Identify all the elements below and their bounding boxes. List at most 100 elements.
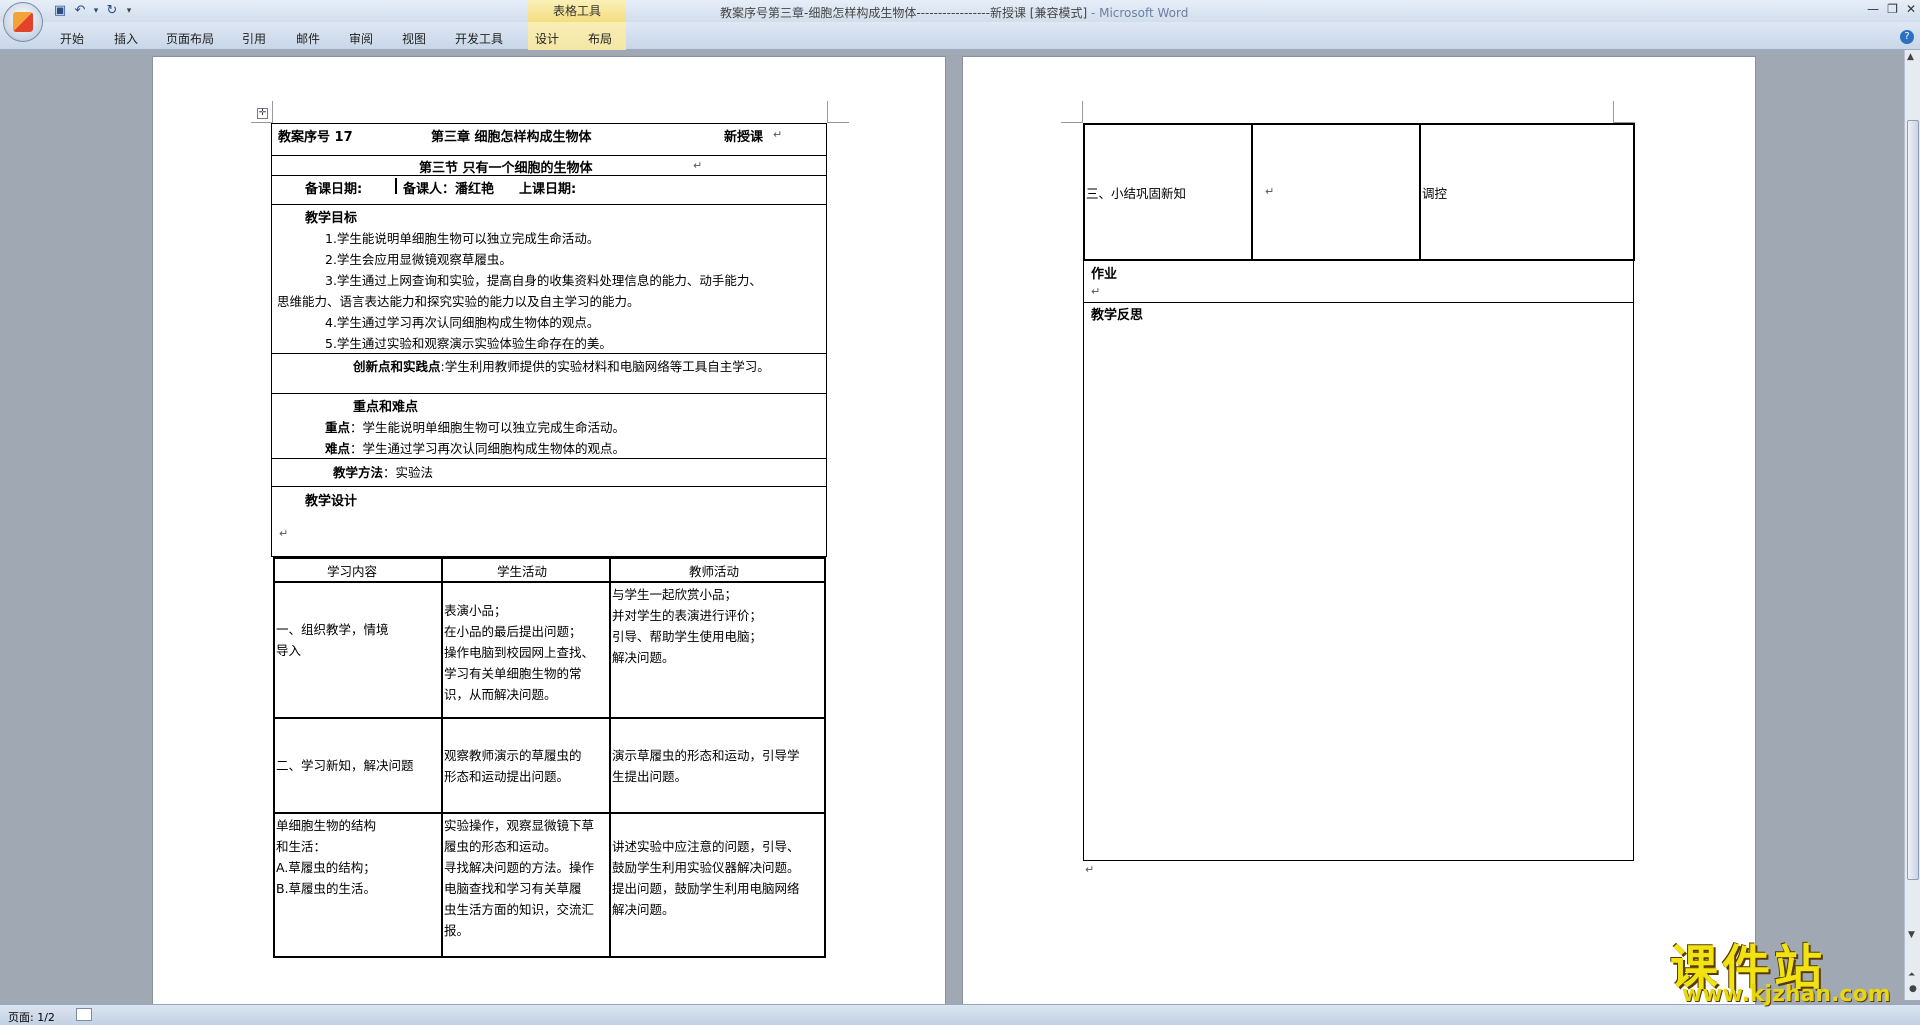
cell-line: 报。 (444, 923, 470, 938)
column-header-teacher: 教师活动 (689, 564, 740, 579)
tab-developer[interactable]: 开发工具 (455, 30, 503, 47)
cell-line: 观察教师演示的草履虫的 (444, 748, 582, 763)
tab-layout[interactable]: 布局 (588, 30, 612, 47)
page-counter[interactable]: 页面: 1/2 (8, 1009, 55, 1025)
chapter-title: 第三章 细胞怎样构成生物体 (431, 130, 592, 145)
undo-icon[interactable]: ↶ (72, 3, 88, 19)
tab-design[interactable]: 设计 (535, 30, 559, 47)
table-tools-context-label: 表格工具 (528, 0, 626, 22)
close-icon[interactable]: ✕ (1906, 2, 1916, 16)
tab-insert[interactable]: 插入 (114, 30, 138, 47)
app-name: - Microsoft Word (1087, 6, 1189, 20)
document-name: 教案序号第三章-细胞怎样构成生物体-----------------新授课 [兼… (720, 6, 1088, 20)
vertical-scrollbar[interactable]: ▲ ▼ ⏶ ● (1904, 50, 1920, 1000)
table-cell-content: 一、组织教学，情境 导入 (276, 619, 389, 661)
table-border (273, 717, 826, 719)
table-border (1083, 123, 1085, 261)
table-border (1633, 261, 1634, 861)
table-cell-student: 表演小品； 在小品的最后提出问题； 操作电脑到校园网上查找、 学习有关单细胞生物… (444, 600, 594, 705)
homework-label: 作业 (1091, 267, 1118, 282)
redo-icon[interactable]: ↻ (104, 3, 120, 19)
ruler-toggle-icon[interactable]: ▲ (1907, 52, 1914, 62)
table-border (1251, 123, 1253, 261)
goal-item: 1.学生能说明单细胞生物可以独立完成生命活动。 (325, 231, 600, 246)
tab-home[interactable]: 开始 (60, 30, 84, 47)
difficulty-text: ：学生通过学习再次认同细胞构成生物体的观点。 (350, 441, 626, 456)
table-cell-teacher: 调控 (1422, 186, 1448, 201)
previous-page-icon[interactable]: ⏶ (1908, 970, 1915, 980)
help-icon[interactable]: ? (1900, 30, 1914, 44)
tab-page-layout[interactable]: 页面布局 (166, 30, 214, 47)
table-border (1419, 123, 1421, 261)
cell-line: 和生活： (276, 839, 327, 854)
table-cell-teacher: 讲述实验中应注意的问题，引导、 鼓励学生利用实验仪器解决问题。 提出问题，鼓励学… (612, 836, 800, 920)
save-icon[interactable]: ▣ (52, 3, 68, 19)
keypoints-title: 重点和难点 (353, 400, 419, 415)
table-border (271, 155, 827, 156)
design-title: 教学设计 (305, 494, 358, 509)
crop-mark (1061, 101, 1083, 123)
key-text: ：学生能说明单细胞生物可以独立完成生命活动。 (350, 420, 626, 435)
tab-review[interactable]: 审阅 (349, 30, 373, 47)
cell-line: 单细胞生物的结构 (276, 818, 377, 833)
goal-item-continued: 思维能力、语言表达能力和探究实验的能力以及自主学习的能力。 (277, 294, 640, 309)
cell-line: 解决问题。 (612, 902, 675, 917)
paragraph-mark: ↵ (773, 128, 783, 141)
key-point-row: 重点：学生能说明单细胞生物可以独立完成生命活动。 (325, 417, 625, 436)
quick-access-toolbar: ▣ ↶ ▾ ↻ ▾ (52, 3, 134, 19)
office-button[interactable] (3, 2, 43, 42)
table-move-handle-icon[interactable]: ✛ (257, 108, 268, 119)
table-border (1083, 860, 1634, 861)
crop-mark (1613, 101, 1635, 123)
select-browse-object-icon[interactable]: ● (1909, 984, 1917, 994)
text-cursor (395, 178, 397, 194)
cell-line: 讲述实验中应注意的问题，引导、 (612, 839, 800, 854)
crop-mark (827, 101, 849, 123)
goal-item: 5.学生通过实验和观察演示实验体验生命存在的美。 (325, 336, 612, 351)
scrollbar-thumb[interactable] (1907, 120, 1919, 880)
table-border (273, 581, 826, 583)
cell-line: 履虫的形态和运动。 (444, 839, 557, 854)
status-bar: 页面: 1/2 (0, 1004, 1920, 1025)
cell-line: 形态和运动提出问题。 (444, 769, 570, 784)
prep-date-label: 备课日期: (305, 182, 363, 197)
title-bar: ▣ ↶ ▾ ↻ ▾ 表格工具 教案序号第三章-细胞怎样构成生物体--------… (0, 0, 1920, 22)
proofing-icon[interactable] (76, 1008, 92, 1021)
column-header-content: 学习内容 (327, 564, 378, 579)
cell-line: 操作电脑到校园网上查找、 (444, 645, 595, 660)
cell-line: 一、组织教学，情境 (276, 622, 389, 637)
difficulty-row: 难点：学生通过学习再次认同细胞构成生物体的观点。 (325, 438, 625, 457)
tab-mailings[interactable]: 邮件 (296, 30, 320, 47)
tab-references[interactable]: 引用 (242, 30, 266, 47)
dropdown-icon[interactable]: ▾ (92, 3, 100, 19)
document-page-2: 三、小结巩固新知 ↵ 调控 作业 ↵ 教学反思 ↵ (962, 56, 1756, 1006)
customize-qat-icon[interactable]: ▾ (124, 3, 134, 19)
table-border (824, 557, 826, 958)
cell-line: 并对学生的表演进行评价； (612, 608, 763, 623)
table-border (1083, 123, 1635, 125)
cell-line: B.草履虫的生活。 (276, 881, 377, 896)
table-border (271, 458, 827, 459)
cell-line: 在小品的最后提出问题； (444, 624, 582, 639)
scroll-down-icon[interactable]: ▼ (1908, 930, 1915, 940)
goal-item: 3.学生通过上网查询和实验，提高自身的收集资料处理信息的能力、动手能力、 (325, 273, 762, 288)
class-date-label: 上课日期: (519, 182, 577, 197)
table-border (826, 123, 827, 556)
cell-line: 引导、帮助学生使用电脑； (612, 629, 763, 644)
cell-line: 实验操作，观察显微镜下草 (444, 818, 595, 833)
table-border (271, 123, 272, 556)
preparer: 备课人：潘红艳 (403, 182, 495, 197)
cell-line: 解决问题。 (612, 650, 675, 665)
table-cell-content: 二、学习新知，解决问题 (276, 755, 414, 776)
restore-icon[interactable]: ❐ (1887, 2, 1898, 16)
table-cell-student: 实验操作，观察显微镜下草 履虫的形态和运动。 寻找解决问题的方法。操作 电脑查找… (444, 815, 594, 941)
minimize-icon[interactable]: — (1867, 2, 1879, 16)
tab-view[interactable]: 视图 (402, 30, 426, 47)
table-border (273, 557, 275, 958)
table-border (271, 393, 827, 394)
document-title: 教案序号第三章-细胞怎样构成生物体-----------------新授课 [兼… (720, 4, 1188, 21)
table-cell-content: 单细胞生物的结构 和生活： A.草履虫的结构； B.草履虫的生活。 (276, 815, 376, 899)
innovation-label: 创新点和实践点 (353, 359, 441, 374)
goal-item: 2.学生会应用显微镜观察草履虫。 (325, 252, 512, 267)
reflection-label: 教学反思 (1091, 308, 1144, 323)
